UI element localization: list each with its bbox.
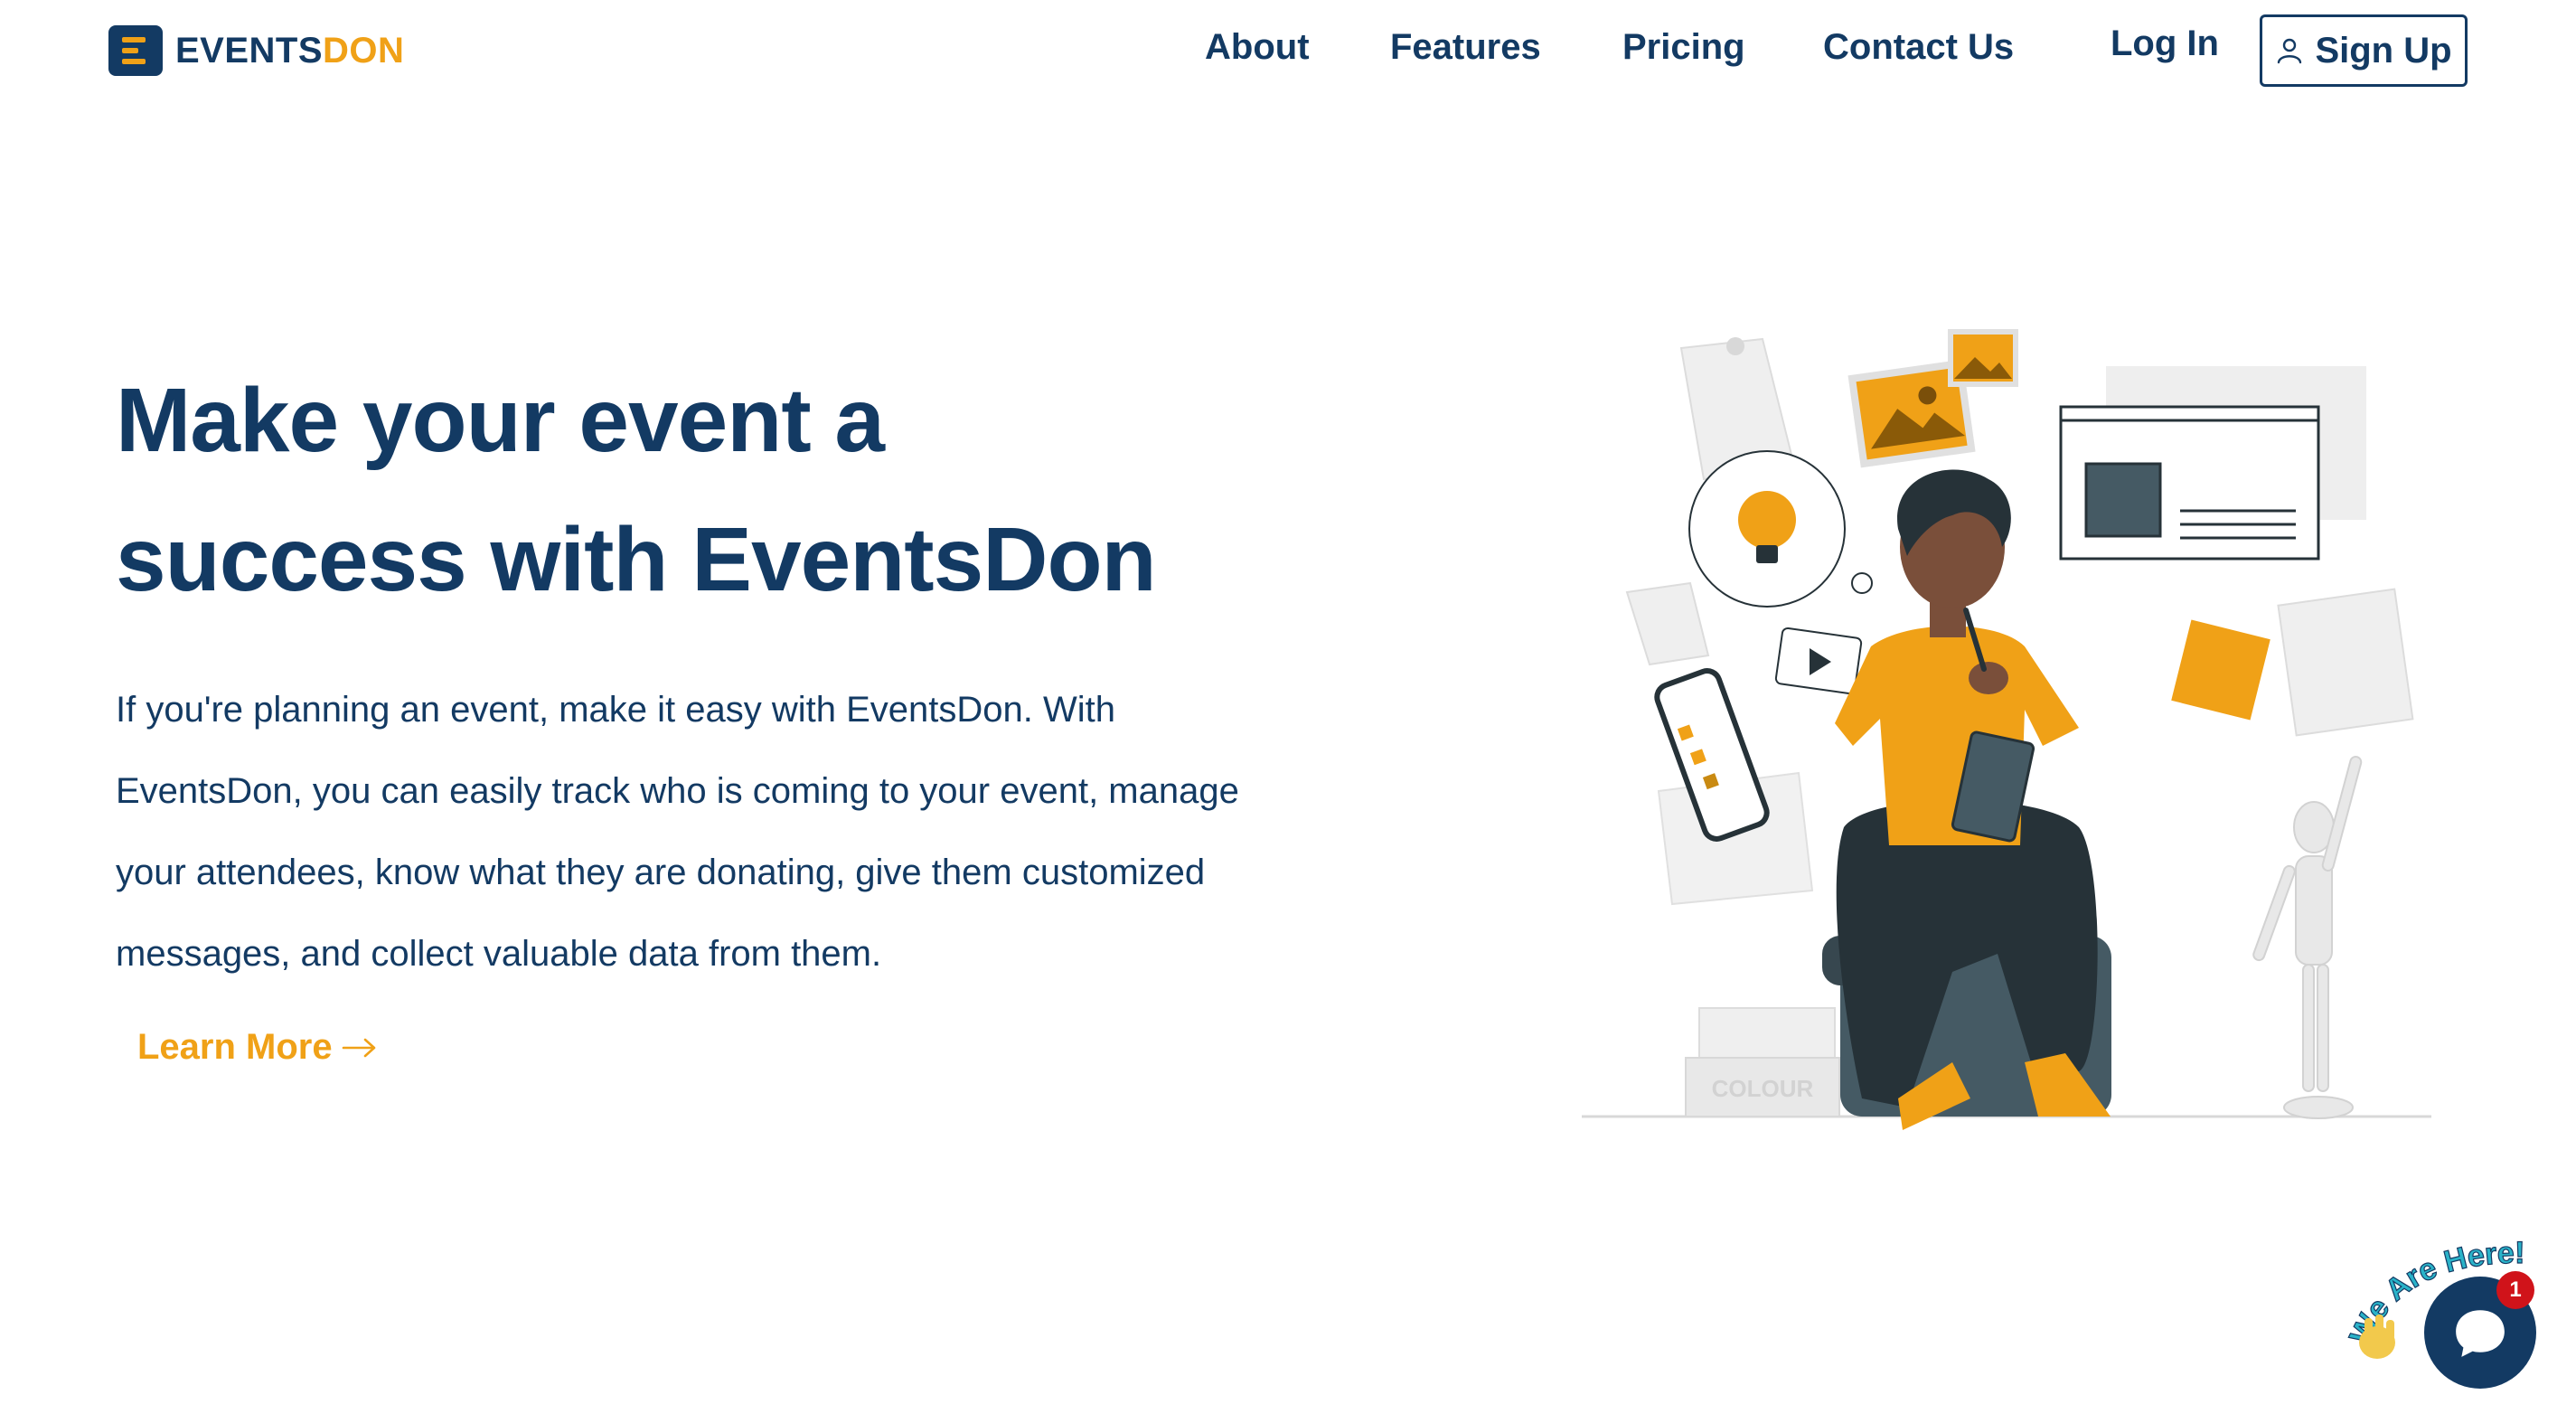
book-label: COLOUR bbox=[1712, 1075, 1814, 1102]
hero-title: Make your event a success with EventsDon bbox=[116, 351, 1291, 629]
chat-icon bbox=[2456, 1310, 2505, 1357]
user-icon bbox=[2278, 38, 2302, 64]
signup-button[interactable]: Sign Up bbox=[2260, 14, 2468, 87]
hero-description: If you're planning an event, make it eas… bbox=[116, 690, 1239, 974]
hero-title-line2: success with EventsDon bbox=[116, 509, 1157, 610]
lightbulb-icon bbox=[1688, 450, 1873, 608]
arrow-right-icon bbox=[342, 1038, 375, 1057]
brand-name-part1: EVENTS bbox=[175, 30, 324, 71]
site-header: EVENTSDON About Features Pricing Contact… bbox=[0, 0, 2576, 108]
brand-name: EVENTSDON bbox=[175, 31, 404, 71]
brand-name-part2: DON bbox=[323, 30, 405, 71]
play-icon bbox=[1774, 627, 1863, 695]
learn-more-link[interactable]: Learn More bbox=[137, 1027, 378, 1068]
brand-logo[interactable]: EVENTSDON bbox=[108, 25, 404, 76]
signup-label: Sign Up bbox=[2315, 30, 2452, 71]
nav-features-link[interactable]: Features bbox=[1390, 27, 1541, 68]
books-illustration: COLOUR bbox=[1685, 1007, 1840, 1117]
mannequin-illustration bbox=[2252, 756, 2363, 1119]
chat-widget[interactable]: We Are Here! 1 bbox=[2341, 1211, 2576, 1423]
hero-illustration: COLOUR bbox=[1582, 329, 2431, 1130]
login-link[interactable]: Log In bbox=[2111, 24, 2219, 64]
nav-about-link[interactable]: About bbox=[1205, 27, 1310, 68]
picture-frames bbox=[1847, 329, 2018, 468]
browser-window-illustration bbox=[2059, 366, 2366, 561]
nav-pricing-link[interactable]: Pricing bbox=[1622, 27, 1745, 68]
chat-notification-badge: 1 bbox=[2496, 1271, 2534, 1309]
hero-title-line1: Make your event a bbox=[116, 370, 885, 471]
logo-icon bbox=[108, 25, 163, 76]
sticky-note bbox=[2171, 619, 2270, 721]
learn-more-label: Learn More bbox=[137, 1027, 333, 1067]
nav-contact-link[interactable]: Contact Us bbox=[1823, 27, 2014, 68]
